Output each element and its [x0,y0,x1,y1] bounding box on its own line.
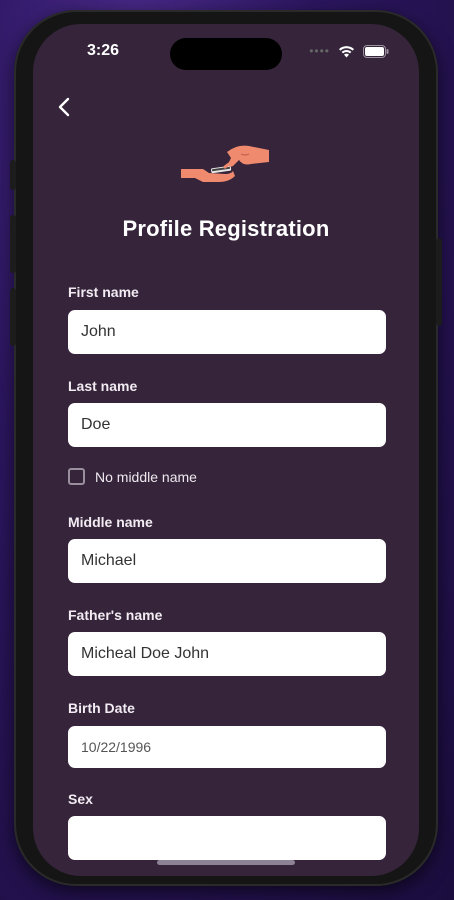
sex-label: Sex [68,791,93,807]
status-icons: •••• [309,44,389,58]
volume-down-button [10,288,16,346]
first-name-label: First name [68,284,139,300]
last-name-label: Last name [68,378,138,394]
fathers-name-field[interactable]: Micheal Doe John [68,632,386,676]
birth-date-label: Birth Date [68,700,135,716]
sex-field[interactable] [68,816,386,860]
no-middle-name-row[interactable]: No middle name [68,468,197,485]
dynamic-island [170,38,282,70]
no-middle-name-checkbox[interactable] [68,468,85,485]
back-button[interactable] [49,92,79,122]
app-screen: 3:26 •••• Profile Registration First nam… [33,24,419,876]
first-name-field[interactable]: John [68,310,386,354]
battery-icon [363,44,389,58]
home-indicator [157,860,295,865]
page-title: Profile Registration [122,216,330,241]
status-time: 3:26 [87,42,120,59]
chevron-left-icon [58,97,70,117]
mute-switch [10,160,16,190]
signal-icon: •••• [309,44,330,58]
power-button [436,238,442,326]
hand-giving-card-icon [181,145,269,182]
no-middle-name-label: No middle name [95,468,197,485]
wifi-icon [339,45,354,57]
fathers-name-label: Father's name [68,607,163,623]
last-name-field[interactable]: Doe [68,403,386,447]
volume-up-button [10,215,16,273]
middle-name-label: Middle name [68,514,153,530]
middle-name-field[interactable]: Michael [68,539,386,583]
birth-date-field[interactable]: 10/22/1996 [68,726,386,768]
